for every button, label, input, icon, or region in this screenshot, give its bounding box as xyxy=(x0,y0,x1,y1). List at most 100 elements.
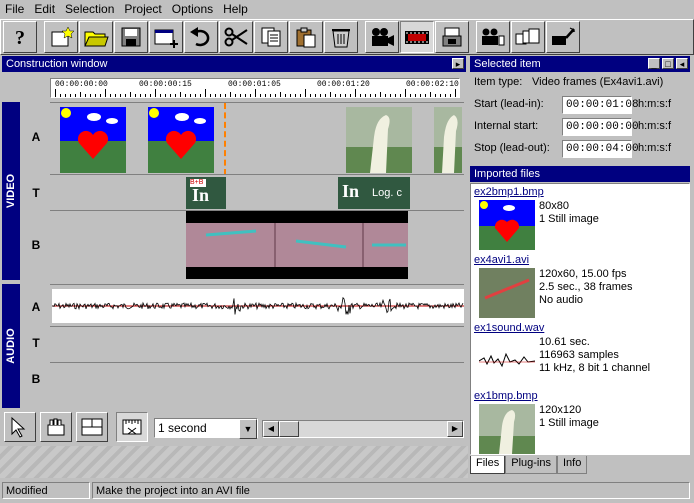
imported-files-list[interactable]: ex2bmp1.bmp 80x80 1 Still image ex4avi1.a… xyxy=(470,183,690,455)
open-button[interactable] xyxy=(79,21,113,53)
ruler-tick xyxy=(75,94,76,97)
statue-image-icon xyxy=(346,107,412,173)
help-button[interactable]: ? xyxy=(3,21,37,53)
ruler-tick xyxy=(420,94,421,97)
film-folder-button[interactable] xyxy=(435,21,469,53)
selected-item-titlebar: Selected item _ □ ◂ xyxy=(470,56,690,72)
make-movie-button[interactable] xyxy=(400,21,434,53)
menu-file[interactable]: File xyxy=(0,1,29,17)
cut-button[interactable] xyxy=(219,21,253,53)
ruler-tick xyxy=(300,94,301,97)
time-scale-button[interactable] xyxy=(116,412,148,442)
start-field[interactable]: 00:00:01:08 xyxy=(562,96,639,114)
ruler-tick xyxy=(330,92,331,97)
ruler-tick xyxy=(205,89,206,97)
logo-clip-1[interactable]: B+B In xyxy=(186,177,226,209)
group-button[interactable] xyxy=(476,21,510,53)
ruler-tick xyxy=(340,94,341,97)
video-track-t[interactable]: B+B In In Log. c xyxy=(50,174,464,211)
copy-button[interactable] xyxy=(254,21,288,53)
save-button[interactable] xyxy=(114,21,148,53)
ruler-tick xyxy=(295,94,296,97)
ruler-tick xyxy=(130,92,131,97)
ruler-tick xyxy=(320,94,321,97)
ruler-tick xyxy=(405,89,406,97)
paste-button[interactable] xyxy=(289,21,323,53)
selected-min-button[interactable]: _ xyxy=(648,58,660,69)
new-star-icon xyxy=(51,26,74,47)
imported-file-item[interactable]: ex1sound.wav 10.61 sec. 116963 samples 11 … xyxy=(471,322,689,388)
save-disk-icon xyxy=(121,27,141,47)
tab-files[interactable]: Files xyxy=(470,456,506,474)
selected-dock-button[interactable]: ◂ xyxy=(676,58,688,69)
split-view-button[interactable] xyxy=(76,412,108,442)
stop-field[interactable]: 00:00:04:00 xyxy=(562,140,639,158)
scroll-right-button[interactable]: ▶ xyxy=(447,421,463,437)
ruler-label: 00:00:00:15 xyxy=(139,80,192,89)
ruler-tick xyxy=(100,94,101,97)
group-icon xyxy=(482,28,505,46)
ruler-tick xyxy=(140,94,141,97)
video-track-b[interactable] xyxy=(50,210,464,281)
logo-caption: Log. c xyxy=(372,187,402,199)
ruler-tick xyxy=(175,94,176,97)
tab-plug-ins[interactable]: Plug-ins xyxy=(505,456,557,474)
file-info: 10.61 sec. 116963 samples 11 kHz, 8 bit 1 … xyxy=(539,336,651,374)
video-track-a[interactable] xyxy=(50,102,464,175)
audio-track-b[interactable] xyxy=(50,362,464,409)
timeline-ruler[interactable]: 00:00:00:00 00:00:00:15 00:00:01:05 00:0… xyxy=(50,78,460,98)
wizard-button[interactable] xyxy=(546,21,580,53)
tab-info[interactable]: Info xyxy=(556,456,588,474)
ruler-tick xyxy=(95,94,96,97)
ruler-tick xyxy=(55,89,56,97)
file-info: 120x60, 15.00 fps 2.5 sec., 38 frames No a… xyxy=(539,268,633,306)
delete-button[interactable] xyxy=(324,21,358,53)
ruler-tick xyxy=(260,94,261,97)
video-section-label: VIDEO xyxy=(2,102,20,280)
ruler-tick xyxy=(90,94,91,97)
menu-edit[interactable]: Edit xyxy=(29,1,60,17)
select-tool-button[interactable] xyxy=(4,412,36,442)
timeline-scrollbar[interactable]: ◀ ▶ xyxy=(262,420,464,438)
ruler-tick xyxy=(410,94,411,97)
menu-options[interactable]: Options xyxy=(167,1,218,17)
logo-clip-2[interactable]: In Log. c xyxy=(338,177,410,209)
internal-start-field[interactable]: 00:00:00:00 xyxy=(562,118,639,136)
imported-file-item[interactable]: ex1bmp.bmp 120x120 1 Still image xyxy=(471,390,689,454)
menu-help[interactable]: Help xyxy=(218,1,253,17)
scroll-thumb[interactable] xyxy=(279,421,299,437)
new-project-button[interactable] xyxy=(44,21,78,53)
hand-tool-button[interactable] xyxy=(40,412,72,442)
capture-button[interactable] xyxy=(365,21,399,53)
scroll-left-button[interactable]: ◀ xyxy=(263,421,279,437)
construction-dock-button[interactable]: ▸ xyxy=(452,58,464,69)
menu-bar: File Edit Selection Project Options Help xyxy=(0,0,694,18)
chevron-down-icon[interactable]: ▼ xyxy=(239,419,257,439)
undo-button[interactable] xyxy=(184,21,218,53)
ruler-tick xyxy=(160,94,161,97)
wav-clip[interactable] xyxy=(52,289,464,323)
track-label-audio-a: A xyxy=(31,300,41,314)
ruler-tick xyxy=(280,92,281,97)
audio-track-a[interactable] xyxy=(50,284,464,327)
stack-button[interactable] xyxy=(511,21,545,53)
heart-clip-2[interactable] xyxy=(148,107,214,173)
menu-project[interactable]: Project xyxy=(119,1,166,17)
statue-clip-2[interactable] xyxy=(434,107,462,173)
avi-clip[interactable] xyxy=(186,211,408,279)
ruler-tick xyxy=(425,94,426,97)
ruler-tick xyxy=(155,89,156,97)
ruler-tick xyxy=(105,89,106,97)
statue-clip-1[interactable] xyxy=(346,107,412,173)
heart-clip-1[interactable] xyxy=(60,107,126,173)
ruler-tick xyxy=(145,94,146,97)
imported-file-item[interactable]: ex4avi1.avi 120x60, 15.00 fps 2.5 sec., 3… xyxy=(471,254,689,320)
selected-max-button[interactable]: □ xyxy=(662,58,674,69)
ruler-tick xyxy=(445,94,446,97)
audio-track-t[interactable] xyxy=(50,326,464,363)
menu-selection[interactable]: Selection xyxy=(60,1,119,17)
zoom-select[interactable]: 1 second ▼ xyxy=(154,418,258,439)
ruler-tick xyxy=(215,94,216,97)
new-window-button[interactable] xyxy=(149,21,183,53)
imported-file-item[interactable]: ex2bmp1.bmp 80x80 1 Still image xyxy=(471,186,689,252)
